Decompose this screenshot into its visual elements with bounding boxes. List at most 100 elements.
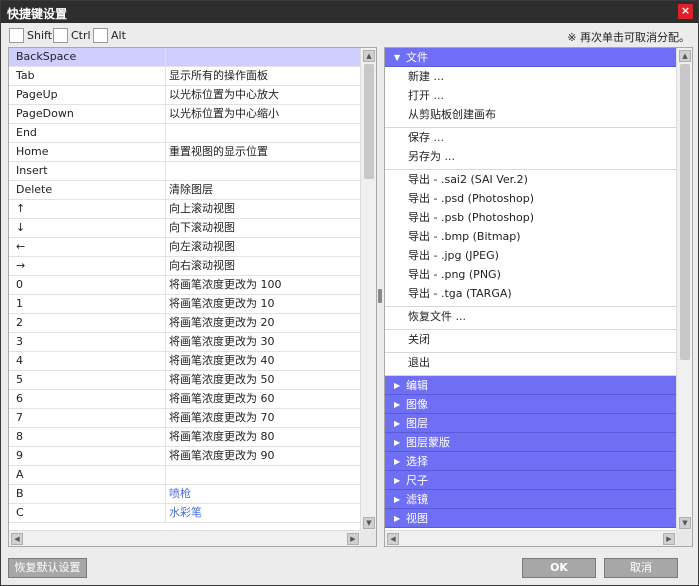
table-row[interactable]: Home 重置视图的显示位置: [9, 143, 361, 162]
shortcut-action: 向左滚动视图: [169, 240, 235, 253]
shortcut-key: 9: [9, 447, 166, 465]
scroll-thumb[interactable]: [364, 64, 374, 179]
window-title: 快捷键设置: [7, 7, 68, 21]
table-row[interactable]: 3 将画笔浓度更改为 30: [9, 333, 361, 352]
table-row[interactable]: 7 将画笔浓度更改为 70: [9, 409, 361, 428]
menu-item[interactable]: 打开 ...: [385, 86, 677, 105]
shortcut-action: 将画笔浓度更改为 40: [169, 354, 275, 367]
table-row[interactable]: BackSpace: [9, 48, 361, 67]
menu-category[interactable]: ▶ 图层蒙版: [385, 433, 677, 452]
table-row[interactable]: 8 将画笔浓度更改为 80: [9, 428, 361, 447]
menu-category-label: 滤镜: [406, 492, 428, 506]
horizontal-scrollbar[interactable]: ◀ ▶: [385, 530, 677, 546]
vertical-scrollbar[interactable]: ▲ ▼: [360, 48, 376, 531]
scroll-thumb[interactable]: [680, 64, 690, 360]
menu-item[interactable]: 导出 - .sai2 (SAI Ver.2): [385, 170, 677, 189]
shortcut-settings-dialog: 快捷键设置 × Shift Ctrl Alt ※ 再次单击可取消分配。 Back…: [0, 0, 699, 586]
shortcut-key: Tab: [9, 67, 166, 85]
menu-item[interactable]: 导出 - .tga (TARGA): [385, 284, 677, 303]
shortcut-key: 0: [9, 276, 166, 294]
menu-category[interactable]: ▶ 图层: [385, 414, 677, 433]
shortcut-action: 将画笔浓度更改为 50: [169, 373, 275, 386]
shortcut-key-list: BackSpace Tab 显示所有的操作面板 PageUp 以光标位置为中心放大 Pag…: [8, 47, 377, 547]
menu-item[interactable]: 保存 ...: [385, 128, 677, 147]
restore-defaults-button[interactable]: 恢复默认设置: [8, 558, 87, 578]
vertical-scrollbar[interactable]: ▲ ▼: [676, 48, 692, 531]
ok-button[interactable]: OK: [522, 558, 596, 578]
shortcut-key: 4: [9, 352, 166, 370]
table-row[interactable]: → 向右滚动视图: [9, 257, 361, 276]
scroll-right-icon[interactable]: ▶: [347, 533, 359, 545]
shortcut-action: 以光标位置为中心放大: [169, 88, 279, 101]
menu-category[interactable]: ▶ 编辑: [385, 376, 677, 395]
table-row[interactable]: 2 将画笔浓度更改为 20: [9, 314, 361, 333]
shortcut-key: 2: [9, 314, 166, 332]
table-row[interactable]: 0 将画笔浓度更改为 100: [9, 276, 361, 295]
shortcut-key: Insert: [9, 162, 166, 180]
table-row[interactable]: 4 将画笔浓度更改为 40: [9, 352, 361, 371]
menu-item[interactable]: 导出 - .jpg (JPEG): [385, 246, 677, 265]
menu-item[interactable]: 关闭: [385, 330, 677, 349]
scroll-left-icon[interactable]: ◀: [11, 533, 23, 545]
table-row[interactable]: A: [9, 466, 361, 485]
menu-category[interactable]: ▶ 图像: [385, 395, 677, 414]
table-row[interactable]: 6 将画笔浓度更改为 60: [9, 390, 361, 409]
menu-category[interactable]: ▶ 视图: [385, 509, 677, 528]
table-row[interactable]: PageDown 以光标位置为中心缩小: [9, 105, 361, 124]
menu-item[interactable]: 导出 - .psb (Photoshop): [385, 208, 677, 227]
splitter-handle[interactable]: [378, 289, 382, 303]
checkbox-box[interactable]: [93, 27, 108, 43]
menu-category[interactable]: ▶ 滤镜: [385, 490, 677, 509]
checkbox-box[interactable]: [53, 27, 68, 43]
caret-right-icon: ▶: [394, 456, 401, 466]
checkbox-box[interactable]: [9, 27, 24, 43]
table-row[interactable]: PageUp 以光标位置为中心放大: [9, 86, 361, 105]
menu-item[interactable]: 恢复文件 ...: [385, 307, 677, 326]
shortcut-key: 8: [9, 428, 166, 446]
menu-item[interactable]: 另存为 ...: [385, 147, 677, 166]
menu-item[interactable]: 导出 - .bmp (Bitmap): [385, 227, 677, 246]
table-row[interactable]: 5 将画笔浓度更改为 50: [9, 371, 361, 390]
checkbox-label: Shift: [27, 28, 53, 42]
caret-right-icon: ▶: [394, 494, 401, 504]
scroll-up-icon[interactable]: ▲: [679, 50, 691, 62]
scroll-up-icon[interactable]: ▲: [363, 50, 375, 62]
table-row[interactable]: C 水彩笔: [9, 504, 361, 523]
menu-item[interactable]: 从剪贴板创建画布: [385, 105, 677, 124]
menu-category[interactable]: ▶ 尺子: [385, 471, 677, 490]
scroll-down-icon[interactable]: ▼: [363, 517, 375, 529]
table-row[interactable]: 9 将画笔浓度更改为 90: [9, 447, 361, 466]
table-row[interactable]: ↑ 向上滚动视图: [9, 200, 361, 219]
menu-item[interactable]: 导出 - .psd (Photoshop): [385, 189, 677, 208]
table-row[interactable]: B 喷枪: [9, 485, 361, 504]
menu-category-file[interactable]: ▼ 文件: [385, 48, 677, 67]
close-button[interactable]: ×: [678, 4, 693, 19]
table-row[interactable]: Insert: [9, 162, 361, 181]
shortcut-rows: BackSpace Tab 显示所有的操作面板 PageUp 以光标位置为中心放大 Pag…: [9, 48, 361, 531]
caret-right-icon: ▶: [394, 437, 401, 447]
scroll-left-icon[interactable]: ◀: [387, 533, 399, 545]
table-row[interactable]: Tab 显示所有的操作面板: [9, 67, 361, 86]
table-row[interactable]: 1 将画笔浓度更改为 10: [9, 295, 361, 314]
table-row[interactable]: End: [9, 124, 361, 143]
command-menu-tree: ▼ 文件 新建 ... 打开 ... 从剪贴板创建画布 保存 ... 另存为 ... 导出 -…: [384, 47, 693, 547]
menu-item[interactable]: 退出: [385, 353, 677, 372]
table-row[interactable]: Delete 清除图层: [9, 181, 361, 200]
cancel-button[interactable]: 取消: [604, 558, 678, 578]
scroll-down-icon[interactable]: ▼: [679, 517, 691, 529]
menu-item[interactable]: 新建 ...: [385, 67, 677, 86]
horizontal-scrollbar[interactable]: ◀ ▶: [9, 530, 361, 546]
shortcut-action: 显示所有的操作面板: [169, 69, 268, 82]
table-row[interactable]: ↓ 向下滚动视图: [9, 219, 361, 238]
menu-item[interactable]: 导出 - .png (PNG): [385, 265, 677, 284]
menu-category[interactable]: ▶ 选择: [385, 452, 677, 471]
caret-right-icon: ▶: [394, 475, 401, 485]
menu-tree: ▼ 文件 新建 ... 打开 ... 从剪贴板创建画布 保存 ... 另存为 ... 导出 -…: [385, 48, 677, 531]
table-row[interactable]: ← 向左滚动视图: [9, 238, 361, 257]
shift-checkbox[interactable]: Shift: [9, 27, 52, 43]
scroll-right-icon[interactable]: ▶: [663, 533, 675, 545]
shortcut-action: 将画笔浓度更改为 20: [169, 316, 275, 329]
ctrl-checkbox[interactable]: Ctrl: [53, 27, 91, 43]
shortcut-key: Home: [9, 143, 166, 161]
alt-checkbox[interactable]: Alt: [93, 27, 126, 43]
